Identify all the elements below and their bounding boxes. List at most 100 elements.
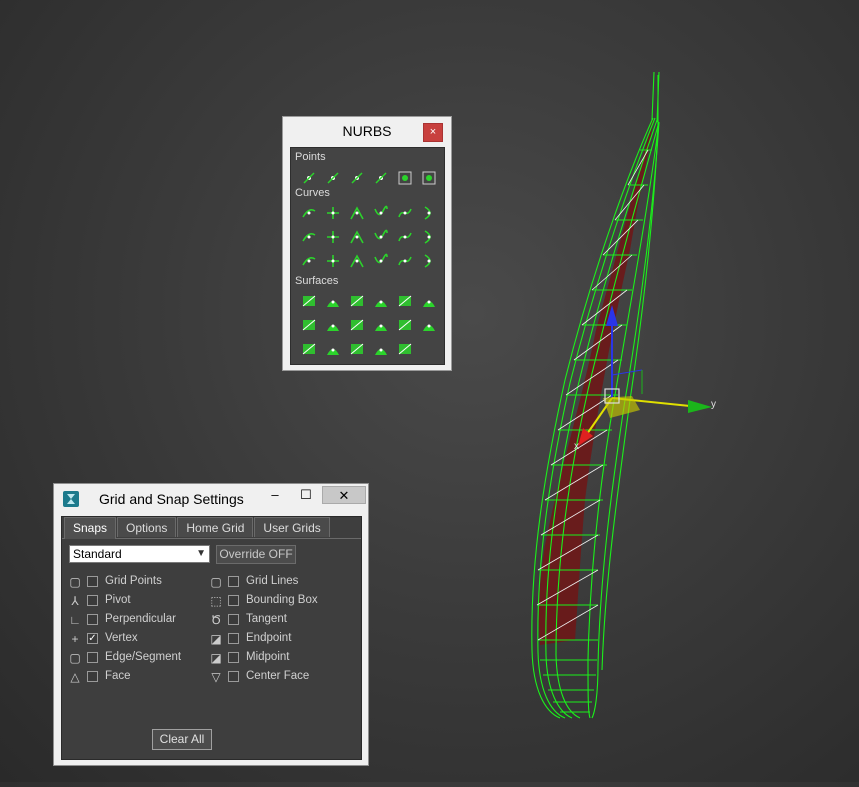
surface-tool-34-icon[interactable]: [395, 315, 415, 335]
tangent-label: Tangent: [246, 613, 287, 625]
bounding-box-label: Bounding Box: [246, 594, 318, 606]
surface-tool-row: [299, 315, 439, 335]
tab-options[interactable]: Options: [117, 517, 177, 537]
surface-tool-29-icon[interactable]: [419, 291, 439, 311]
surface-tool-26-icon[interactable]: [347, 291, 367, 311]
bounding-box-checkbox[interactable]: [228, 595, 239, 606]
curve-tool-11-icon[interactable]: [419, 203, 439, 223]
surface-tool-24-icon[interactable]: [299, 291, 319, 311]
curve-tool-19-icon[interactable]: [323, 251, 343, 271]
curve-tool-9-icon[interactable]: [371, 203, 391, 223]
tangent-checkbox[interactable]: [228, 614, 239, 625]
surface-tool-40-icon[interactable]: [395, 339, 415, 359]
curves-section-label: Curves: [295, 187, 330, 199]
curve-tool-17-icon[interactable]: [419, 227, 439, 247]
override-button[interactable]: Override OFF: [216, 545, 296, 564]
curve-tool-16-icon[interactable]: [395, 227, 415, 247]
surface-tool-31-icon[interactable]: [323, 315, 343, 335]
surface-tool-37-icon[interactable]: [323, 339, 343, 359]
grid-points-label: Grid Points: [105, 575, 162, 587]
maximize-button[interactable]: ☐: [294, 486, 318, 504]
curve-tool-21-icon[interactable]: [371, 251, 391, 271]
midpoint-checkbox[interactable]: [228, 652, 239, 663]
point-tool-1-icon[interactable]: [323, 168, 343, 188]
face-checkbox[interactable]: [87, 671, 98, 682]
point-tool-4-icon[interactable]: [395, 168, 415, 188]
points-section-label: Points: [295, 151, 326, 163]
curve-tool-8-icon[interactable]: [347, 203, 367, 223]
surface-tool-row: [299, 291, 439, 311]
vertex-label: Vertex: [105, 632, 138, 644]
curve-tool-12-icon[interactable]: [299, 227, 319, 247]
surface-tool-25-icon[interactable]: [323, 291, 343, 311]
curve-tool-14-icon[interactable]: [347, 227, 367, 247]
midpoint-label: Midpoint: [246, 651, 290, 663]
surface-tool-38-icon[interactable]: [347, 339, 367, 359]
endpoint-label: Endpoint: [246, 632, 292, 644]
app-logo-icon: [63, 491, 79, 507]
curve-tool-13-icon[interactable]: [323, 227, 343, 247]
center-face-label: Center Face: [246, 670, 310, 682]
curve-tool-7-icon[interactable]: [323, 203, 343, 223]
dropdown-value: Standard: [73, 547, 122, 561]
surface-tool-27-icon[interactable]: [371, 291, 391, 311]
tab-bar: Snaps Options Home Grid User Grids: [64, 517, 331, 539]
surface-tool-row: [299, 339, 415, 359]
curve-tool-row: [299, 203, 439, 223]
center-face-checkbox[interactable]: [228, 671, 239, 682]
vertex-checkbox[interactable]: ✓: [87, 633, 98, 644]
curve-tool-18-icon[interactable]: [299, 251, 319, 271]
pivot-checkbox[interactable]: [87, 595, 98, 606]
grid-points-snap-icon: ▢: [69, 575, 81, 589]
surface-tool-32-icon[interactable]: [347, 315, 367, 335]
pivot-label: Pivot: [105, 594, 131, 606]
chevron-down-icon: ▼: [196, 548, 206, 559]
curve-tool-15-icon[interactable]: [371, 227, 391, 247]
perpendicular-label: Perpendicular: [105, 613, 176, 625]
face-label: Face: [105, 670, 131, 682]
nurbs-close-button[interactable]: ×: [423, 123, 443, 142]
clear-all-button[interactable]: Clear All: [152, 729, 212, 750]
surface-tool-36-icon[interactable]: [299, 339, 319, 359]
face-snap-icon: △: [70, 670, 80, 684]
curve-tool-6-icon[interactable]: [299, 203, 319, 223]
surface-tool-30-icon[interactable]: [299, 315, 319, 335]
bounding-box-snap-icon: ⬚: [210, 594, 222, 608]
midpoint-snap-icon: ◪: [210, 651, 222, 665]
tab-user-grids[interactable]: User Grids: [254, 517, 330, 537]
pivot-snap-icon: ⅄: [71, 594, 79, 608]
perpendicular-snap-icon: ∟: [69, 613, 81, 627]
edge-segment-checkbox[interactable]: [87, 652, 98, 663]
close-button[interactable]: ✕: [322, 486, 366, 504]
point-tool-2-icon[interactable]: [347, 168, 367, 188]
point-tool-0-icon[interactable]: [299, 168, 319, 188]
tab-snaps[interactable]: Snaps: [64, 517, 117, 539]
curve-tool-22-icon[interactable]: [395, 251, 415, 271]
surface-tool-39-icon[interactable]: [371, 339, 391, 359]
curve-tool-row: [299, 227, 439, 247]
grid-lines-checkbox[interactable]: [228, 576, 239, 587]
grid-points-checkbox[interactable]: [87, 576, 98, 587]
point-tool-3-icon[interactable]: [371, 168, 391, 188]
tab-home-grid[interactable]: Home Grid: [177, 517, 254, 537]
center-face-snap-icon: ▽: [211, 670, 221, 684]
grid-snap-dialog: Grid and Snap Settings – ☐ ✕ Snaps Optio…: [53, 483, 369, 766]
surface-tool-35-icon[interactable]: [419, 315, 439, 335]
endpoint-checkbox[interactable]: [228, 633, 239, 644]
axis-y-label: y: [711, 399, 716, 410]
point-tool-5-icon[interactable]: [419, 168, 439, 188]
point-tool-row: [299, 168, 439, 188]
grid-lines-label: Grid Lines: [246, 575, 299, 587]
snap-set-dropdown[interactable]: Standard ▼: [69, 545, 210, 563]
endpoint-snap-icon: ◪: [210, 632, 222, 646]
nurbs-tools-panel: Points Curves Surfaces: [290, 147, 445, 365]
surface-tool-28-icon[interactable]: [395, 291, 415, 311]
vertex-snap-icon: +: [71, 632, 79, 646]
curve-tool-10-icon[interactable]: [395, 203, 415, 223]
edge-segment-snap-icon: ▢: [69, 651, 81, 665]
surface-tool-33-icon[interactable]: [371, 315, 391, 335]
curve-tool-23-icon[interactable]: [419, 251, 439, 271]
curve-tool-20-icon[interactable]: [347, 251, 367, 271]
perpendicular-checkbox[interactable]: [87, 614, 98, 625]
minimize-button[interactable]: –: [262, 486, 288, 504]
